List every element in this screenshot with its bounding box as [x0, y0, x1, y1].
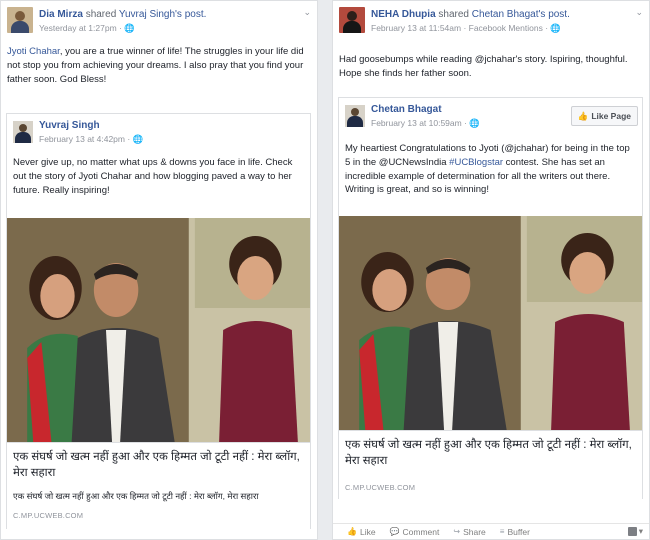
chevron-down-icon: ▾: [638, 526, 643, 536]
like-button[interactable]: 👍 Like: [347, 527, 376, 537]
link-domain: C.MP.UCWEB.COM: [345, 483, 416, 492]
avatar[interactable]: [7, 7, 33, 33]
post-header-line: NEHA Dhupia shared Chetan Bhagat's post.: [371, 9, 570, 20]
share-icon: ↪: [453, 527, 461, 536]
buffer-icon: ≡: [499, 527, 505, 536]
shared-post-link[interactable]: Chetan Bhagat's post.: [472, 9, 570, 20]
link-description: एक संघर्ष जो खत्म नहीं हुआ और एक हिम्मत …: [13, 491, 259, 501]
comment-icon: 💬: [389, 527, 400, 536]
buffer-button[interactable]: ≡ Buffer: [500, 527, 530, 537]
globe-icon: 🌐: [550, 23, 561, 33]
avatar[interactable]: [13, 121, 33, 143]
shared-post-text: Never give up, no matter what ups & down…: [13, 157, 293, 196]
post-timestamp[interactable]: Yesterday at 1:27pm · 🌐: [39, 23, 135, 34]
post-text: Had goosebumps while reading @jchahar's …: [339, 54, 628, 79]
page-avatar-icon: [627, 527, 637, 536]
link-image-art: [7, 218, 310, 442]
thumbs-up-icon: 👍: [577, 110, 589, 121]
link-preview[interactable]: एक संघर्ष जो खत्म नहीं हुआ और एक हिम्मत …: [339, 430, 642, 500]
shared-author-link[interactable]: Yuvraj Singh: [39, 120, 100, 131]
link-title[interactable]: एक संघर्ष जो खत्म नहीं हुआ और एक हिम्मत …: [13, 449, 304, 481]
post-header: NEHA Dhupia shared Chetan Bhagat's post.…: [339, 7, 643, 43]
shared-post: Yuvraj Singh February 13 at 4:42pm · 🌐 N…: [6, 113, 311, 530]
shared-verb: shared: [85, 9, 117, 20]
mention-link[interactable]: Jyoti Chahar: [7, 46, 60, 57]
hashtag-link[interactable]: #UCBlogstar: [449, 157, 503, 168]
globe-icon: 🌐: [469, 118, 480, 128]
link-image-art: [339, 216, 642, 430]
globe-icon: 🌐: [132, 134, 144, 144]
comment-button[interactable]: 💬 Comment: [390, 527, 440, 537]
shared-verb: shared: [438, 9, 469, 20]
post-actions-bar: 👍 Like 💬 Comment ↪ Share ≡ Buffer ▾: [333, 523, 649, 539]
author-link[interactable]: Dia Mirza: [39, 9, 83, 20]
shared-timestamp[interactable]: February 13 at 4:42pm · 🌐: [39, 134, 143, 145]
thumbs-up-icon: 👍: [347, 527, 357, 536]
post-text: Jyoti Chahar, you are a true winner of l…: [7, 46, 304, 85]
chevron-down-icon[interactable]: ⌄: [303, 7, 311, 18]
audience-selector[interactable]: ▾: [627, 526, 643, 537]
link-domain: C.MP.UCWEB.COM: [13, 511, 84, 520]
avatar[interactable]: [339, 7, 365, 33]
left-post: Dia Mirza shared Yuvraj Singh's post. Ye…: [0, 0, 318, 540]
link-preview[interactable]: एक संघर्ष जो खत्म नहीं हुआ और एक हिम्मत …: [7, 442, 310, 530]
post-header-line: Dia Mirza shared Yuvraj Singh's post.: [39, 9, 206, 20]
post-header: Dia Mirza shared Yuvraj Singh's post. Ye…: [7, 7, 311, 43]
link-image[interactable]: [7, 218, 310, 442]
link-image[interactable]: [339, 216, 642, 430]
chevron-down-icon[interactable]: ⌄: [635, 7, 643, 18]
shared-post: Chetan Bhagat February 13 at 10:59am · 🌐…: [338, 97, 643, 500]
shared-post-link[interactable]: Yuvraj Singh's post.: [119, 9, 207, 20]
link-title[interactable]: एक संघर्ष जो खत्म नहीं हुआ और एक हिम्मत …: [345, 437, 636, 469]
share-button[interactable]: ↪ Share: [453, 527, 485, 537]
post-timestamp[interactable]: February 13 at 11:54am · Facebook Mentio…: [371, 23, 561, 34]
shared-post-text: My heartiest Congratulations to Jyoti (@…: [345, 143, 630, 196]
shared-author-link[interactable]: Chetan Bhagat: [371, 104, 442, 115]
like-page-button[interactable]: 👍 Like Page: [570, 106, 638, 126]
shared-timestamp[interactable]: February 13 at 10:59am · 🌐: [371, 118, 480, 129]
right-post: NEHA Dhupia shared Chetan Bhagat's post.…: [332, 0, 650, 540]
avatar[interactable]: [345, 105, 365, 127]
globe-icon: 🌐: [124, 23, 135, 33]
author-link[interactable]: NEHA Dhupia: [371, 9, 436, 20]
